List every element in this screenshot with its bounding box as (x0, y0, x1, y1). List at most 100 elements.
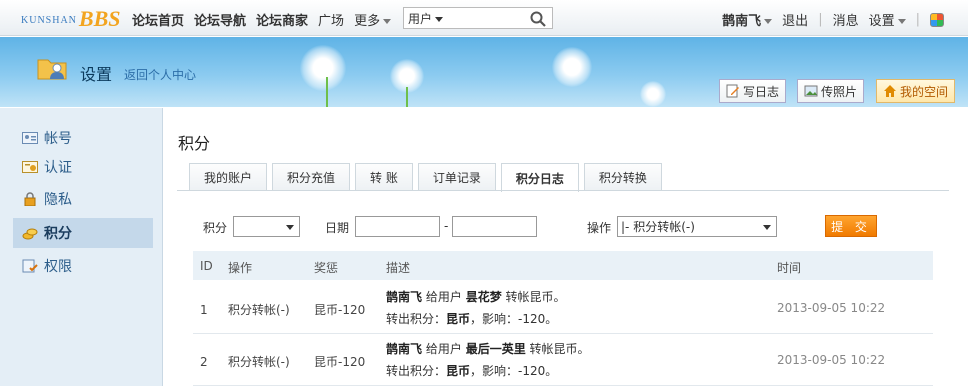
credit-name: 昆币 (446, 364, 471, 378)
row-id: 1 (200, 303, 208, 317)
search-scope-label: 用户 (408, 11, 433, 26)
description-line-2: 转出积分：昆币，影响：-120。 (386, 360, 590, 382)
tab-transfer[interactable]: 转 账 (355, 163, 413, 191)
description-line-1: 鹊南飞 给用户 最后一英里 转帐昆币。 (386, 338, 590, 360)
credit-tabs: 我的账户 积分充值 转 账 订单记录 积分日志 积分转换 (189, 163, 662, 192)
nav-forum-guide[interactable]: 论坛导航 (194, 10, 246, 29)
search-icon[interactable] (530, 11, 546, 27)
settings-label: 设置 (868, 14, 895, 29)
write-icon (726, 84, 739, 98)
sidebar-item-privacy[interactable]: 隐私 (13, 184, 153, 214)
logo-text-big: BBS (78, 6, 121, 31)
chevron-down-icon (897, 19, 906, 24)
home-icon (884, 85, 896, 97)
main-content: 积分 我的账户 积分充值 转 账 订单记录 积分日志 积分转换 积分 日期 - … (163, 108, 968, 386)
search-scope-select[interactable]: 用户 (408, 10, 508, 27)
divider: | (915, 12, 920, 27)
column-header-description: 描述 (386, 261, 411, 275)
tab-credit-exchange[interactable]: 积分转换 (583, 163, 662, 191)
nav-forum-merchants[interactable]: 论坛商家 (256, 10, 308, 29)
sidebar-item-permissions[interactable]: 权限 (13, 251, 153, 281)
settings-header: 设置 返回个人中心 写日志 传照片 我的空间 (0, 37, 968, 107)
nav-forum-home[interactable]: 论坛首页 (132, 10, 184, 29)
description-text: 给用户 (425, 342, 462, 356)
date-separator: - (444, 219, 449, 233)
chevron-down-icon (435, 16, 444, 22)
user-bar: 鹊南飞 退出 | 消息 设置 | (722, 10, 944, 29)
logout-link[interactable]: 退出 (782, 10, 808, 29)
description-text: 转帐昆币。 (529, 342, 590, 356)
dandelion-decoration (300, 45, 346, 91)
to-user-link[interactable]: 最后一英里 (466, 342, 526, 356)
operation-value: |- 积分转帐(-) (621, 220, 695, 234)
my-space-label: 我的空间 (900, 84, 949, 99)
submit-button[interactable]: 提 交 (825, 215, 877, 237)
logo-text-small: KUNSHAN (21, 15, 77, 26)
column-header-id: ID (200, 259, 213, 273)
table-header: ID 操作 奖惩 描述 时间 (193, 251, 933, 280)
sidebar-item-label: 帐号 (44, 131, 72, 147)
write-blog-label: 写日志 (743, 84, 780, 99)
sidebar-item-label: 隐私 (44, 192, 72, 208)
sidebar-item-verification[interactable]: 认证 (13, 152, 153, 182)
user-menu[interactable]: 鹊南飞 (722, 10, 773, 29)
tab-label: 积分日志 (515, 171, 564, 186)
end-date-input[interactable] (452, 216, 537, 237)
back-to-profile-link[interactable]: 返回个人中心 (124, 66, 196, 83)
row-reward: 昆币-120 (314, 355, 366, 369)
page-heading: 设置 (80, 65, 113, 84)
description-text: 转出积分： (386, 364, 447, 378)
description-text: 给用户 (425, 290, 462, 304)
upload-photo-button[interactable]: 传照片 (797, 79, 865, 103)
row-id: 2 (200, 355, 208, 369)
coins-icon (22, 228, 38, 240)
table-row: 2 积分转帐(-) 昆币-120 鹊南飞 给用户 最后一英里 转帐昆币。 转出积… (193, 334, 933, 386)
tab-divider (177, 190, 949, 191)
site-logo[interactable]: KUNSHAN BBS (21, 6, 121, 30)
theme-icon[interactable] (930, 12, 944, 27)
divider: | (818, 12, 823, 27)
sidebar-item-credits[interactable]: 积分 (13, 218, 153, 248)
messages-link[interactable]: 消息 (833, 10, 859, 29)
settings-folder-icon (37, 59, 67, 80)
operation-filter-label: 操作 (587, 221, 612, 235)
column-header-operation: 操作 (228, 261, 253, 275)
settings-menu[interactable]: 设置 (869, 10, 906, 29)
operation-select[interactable]: |- 积分转帐(-) (617, 216, 777, 237)
search-box[interactable]: 用户 (403, 7, 553, 29)
to-user-link[interactable]: 昙花梦 (466, 290, 502, 304)
from-user-link[interactable]: 鹊南飞 (386, 342, 422, 356)
sidebar-item-account[interactable]: 帐号 (13, 123, 153, 153)
credit-type-select[interactable] (233, 216, 300, 237)
tab-credit-log[interactable]: 积分日志 (500, 163, 579, 192)
from-user-link[interactable]: 鹊南飞 (386, 290, 422, 304)
tab-recharge[interactable]: 积分充值 (272, 163, 351, 191)
tab-my-account[interactable]: 我的账户 (189, 163, 268, 191)
tab-label: 积分充值 (287, 171, 336, 185)
dandelion-stem (406, 87, 408, 107)
dandelion-stem (326, 77, 328, 107)
dandelion-decoration (552, 47, 592, 87)
nav-more-label: 更多 (354, 14, 381, 29)
page-title: 积分 (178, 134, 211, 153)
column-header-reward: 奖惩 (314, 261, 339, 275)
chevron-down-icon (286, 225, 294, 230)
lock-icon (24, 192, 36, 206)
sidebar-item-label: 权限 (44, 259, 72, 275)
description-line-1: 鹊南飞 给用户 昙花梦 转帐昆币。 (386, 286, 566, 308)
row-reward: 昆币-120 (314, 303, 366, 317)
chevron-down-icon (764, 19, 773, 24)
nav-square[interactable]: 广场 (318, 10, 344, 29)
row-description: 鹊南飞 给用户 昙花梦 转帐昆币。 转出积分：昆币，影响：-120。 (386, 286, 566, 330)
description-line-2: 转出积分：昆币，影响：-120。 (386, 308, 566, 330)
write-blog-button[interactable]: 写日志 (719, 79, 787, 103)
description-text: ，影响：-120。 (470, 364, 558, 378)
my-space-button[interactable]: 我的空间 (876, 79, 956, 103)
nav-more[interactable]: 更多 (354, 10, 392, 29)
dandelion-decoration (640, 81, 666, 107)
tab-orders[interactable]: 订单记录 (417, 163, 496, 191)
certificate-icon (22, 161, 38, 173)
main-nav: 论坛首页 论坛导航 论坛商家 广场 更多 (132, 10, 392, 29)
date-filter-label: 日期 (325, 221, 350, 235)
start-date-input[interactable] (355, 216, 440, 237)
